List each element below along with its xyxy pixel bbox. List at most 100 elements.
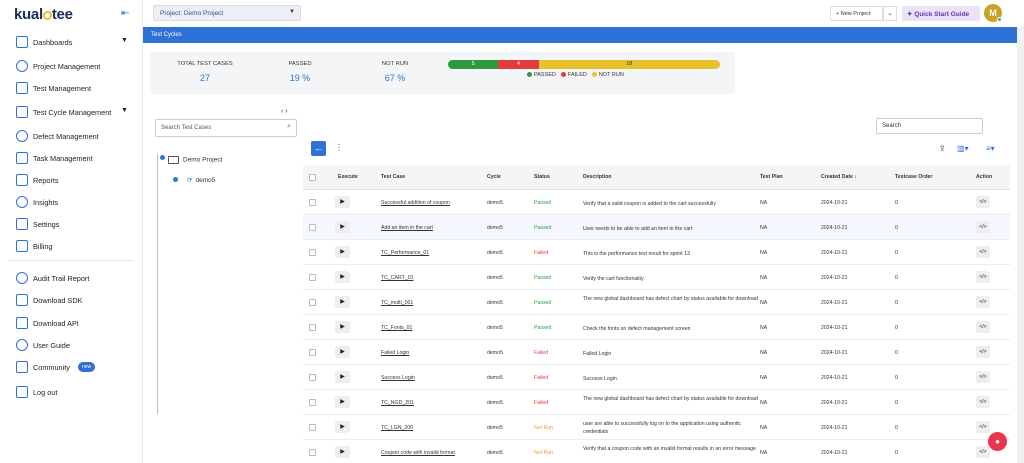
row-checkbox[interactable] bbox=[309, 349, 316, 356]
row-checkbox[interactable] bbox=[309, 224, 316, 231]
row-checkbox[interactable] bbox=[309, 399, 316, 406]
execute-play-icon[interactable]: ▶ bbox=[335, 246, 350, 258]
new-project-button[interactable]: + New Project bbox=[830, 6, 883, 21]
search-test-cases-input[interactable]: Search Test Cases ⌕ bbox=[155, 119, 297, 137]
sidebar-item-defect-management[interactable]: Defect Management bbox=[0, 126, 143, 146]
code-action-icon[interactable]: </> bbox=[976, 371, 990, 383]
sidebar-item-audit-trail-report[interactable]: Audit Trail Report bbox=[0, 268, 143, 288]
code-action-icon[interactable]: </> bbox=[976, 446, 990, 458]
sidebar-item-download-api[interactable]: Download API bbox=[0, 313, 143, 333]
table-row[interactable]: ▶ Failed Login demo5 Failed Failed Login NA 20… bbox=[303, 340, 1010, 365]
code-action-icon[interactable]: </> bbox=[976, 271, 990, 283]
more-options-icon[interactable]: ⋮ bbox=[335, 143, 343, 152]
select-all-checkbox[interactable] bbox=[309, 174, 316, 181]
execute-play-icon[interactable]: ▶ bbox=[335, 346, 350, 358]
tree-child-expander[interactable] bbox=[173, 177, 178, 182]
sidebar-item-billing[interactable]: Billing bbox=[0, 236, 143, 256]
test-case-link[interactable]: Success Login bbox=[381, 375, 415, 381]
collapse-sidebar-icon[interactable]: ⇤ bbox=[121, 8, 129, 19]
code-action-icon[interactable]: </> bbox=[976, 396, 990, 408]
table-search-input[interactable]: Search bbox=[876, 118, 983, 134]
col-created-date[interactable]: Created Date ↓ bbox=[821, 174, 857, 180]
table-row[interactable]: ▶ TC_CART_01 demo5 Passed Verify the cart fu… bbox=[303, 265, 1010, 290]
sidebar-item-reports[interactable]: Reports bbox=[0, 170, 143, 190]
table-row[interactable]: ▶ Coupon code with invalid format demo5 Not… bbox=[303, 440, 1010, 463]
code-action-icon[interactable]: </> bbox=[976, 296, 990, 308]
search-icon[interactable]: ⌕ bbox=[287, 123, 291, 131]
row-checkbox[interactable] bbox=[309, 299, 316, 306]
col-testcase-order[interactable]: Testcase Order bbox=[895, 174, 932, 180]
col-description[interactable]: Description bbox=[583, 174, 612, 180]
tree-node-child[interactable]: ⟳ demo5 bbox=[187, 176, 215, 184]
col-test-plan[interactable]: Test Plan bbox=[760, 174, 783, 180]
sidebar-item-settings[interactable]: Settings bbox=[0, 214, 143, 234]
execute-play-icon[interactable]: ▶ bbox=[335, 396, 350, 408]
table-row[interactable]: ▶ Successful addition of coupon demo5 Passe… bbox=[303, 190, 1010, 215]
code-action-icon[interactable]: </> bbox=[976, 246, 990, 258]
export-icon[interactable]: ⇪ bbox=[939, 144, 946, 153]
test-case-link[interactable]: TC_multi_001 bbox=[381, 300, 413, 306]
new-project-dropdown-icon[interactable]: ⌄ bbox=[883, 6, 897, 21]
col-test-case[interactable]: Test Case bbox=[381, 174, 405, 180]
code-action-icon[interactable]: </> bbox=[976, 221, 990, 233]
sidebar-item-test-management[interactable]: Test Management bbox=[0, 78, 143, 98]
col-cycle[interactable]: Cycle bbox=[487, 174, 501, 180]
sidebar-item-insights[interactable]: Insights bbox=[0, 192, 143, 212]
code-action-icon[interactable]: </> bbox=[976, 321, 990, 333]
table-row[interactable]: ▶ TC_Performance_01 demo5 Failed This is the… bbox=[303, 240, 1010, 265]
columns-icon[interactable]: ▥▾ bbox=[957, 144, 969, 153]
test-case-link[interactable]: TC_NGD_201 bbox=[381, 400, 414, 406]
back-arrow-button[interactable]: ← bbox=[311, 141, 326, 156]
test-case-link[interactable]: Failed Login bbox=[381, 350, 409, 356]
sidebar-item-community[interactable]: Community new bbox=[0, 357, 143, 377]
execute-play-icon[interactable]: ▶ bbox=[335, 371, 350, 383]
tree-pager[interactable]: ‹ › bbox=[281, 108, 288, 115]
sidebar-item-test-cycle-management[interactable]: Test Cycle Management ▼ bbox=[0, 102, 143, 122]
table-row[interactable]: ▶ TC_NGD_201 demo5 Failed The new global das… bbox=[303, 390, 1010, 415]
code-action-icon[interactable]: </> bbox=[976, 421, 990, 433]
col-action[interactable]: Action bbox=[976, 174, 992, 180]
row-checkbox[interactable] bbox=[309, 274, 316, 281]
test-case-link[interactable]: Add an item in the cart bbox=[381, 225, 433, 231]
col-status[interactable]: Status bbox=[534, 174, 550, 180]
tree-expander[interactable] bbox=[160, 155, 165, 160]
table-row[interactable]: ▶ Add an item in the cart demo5 Passed User … bbox=[303, 215, 1010, 240]
row-checkbox[interactable] bbox=[309, 374, 316, 381]
quick-start-guide-button[interactable]: ✦ Quick Start Guide bbox=[902, 6, 980, 21]
test-case-link[interactable]: TC_Performance_01 bbox=[381, 250, 429, 256]
execute-play-icon[interactable]: ▶ bbox=[335, 321, 350, 333]
code-action-icon[interactable]: </> bbox=[976, 196, 990, 208]
execute-play-icon[interactable]: ▶ bbox=[335, 271, 350, 283]
test-case-link[interactable]: TC_CART_01 bbox=[381, 275, 413, 281]
test-case-link[interactable]: TC_LGN_200 bbox=[381, 425, 413, 431]
code-action-icon[interactable]: </> bbox=[976, 346, 990, 358]
row-checkbox[interactable] bbox=[309, 449, 316, 456]
avatar[interactable]: M bbox=[984, 4, 1002, 22]
execute-play-icon[interactable]: ▶ bbox=[335, 221, 350, 233]
tree-node-root[interactable]: Demo Project bbox=[168, 156, 222, 164]
kualitee-logo[interactable]: kual tee bbox=[14, 6, 73, 23]
row-checkbox[interactable] bbox=[309, 324, 316, 331]
sidebar-item-dashboards[interactable]: Dashboards ▼ bbox=[0, 32, 143, 52]
execute-play-icon[interactable]: ▶ bbox=[335, 421, 350, 433]
sidebar-item-user-guide[interactable]: User Guide bbox=[0, 335, 143, 355]
sidebar-item-download-sdk[interactable]: Download SDK bbox=[0, 290, 143, 310]
execute-play-icon[interactable]: ▶ bbox=[335, 196, 350, 208]
table-row[interactable]: ▶ TC_multi_001 demo5 Passed The new global d… bbox=[303, 290, 1010, 315]
sidebar-item-project-management[interactable]: Project Management bbox=[0, 56, 143, 76]
row-checkbox[interactable] bbox=[309, 424, 316, 431]
row-checkbox[interactable] bbox=[309, 249, 316, 256]
chat-icon[interactable]: ● bbox=[988, 432, 1007, 451]
test-case-link[interactable]: TC_Fonts_01 bbox=[381, 325, 412, 331]
execute-play-icon[interactable]: ▶ bbox=[335, 296, 350, 308]
project-selector[interactable]: Project: Demo Project ▼ bbox=[153, 5, 301, 21]
filter-icon[interactable]: ≡▾ bbox=[986, 144, 995, 153]
sidebar-item-task-management[interactable]: Task Management bbox=[0, 148, 143, 168]
execute-play-icon[interactable]: ▶ bbox=[335, 446, 350, 458]
col-execute[interactable]: Execute bbox=[338, 174, 358, 180]
table-row[interactable]: ▶ TC_LGN_200 demo5 Not Run user are able to … bbox=[303, 415, 1010, 440]
table-row[interactable]: ▶ Success Login demo5 Failed Success Login NA… bbox=[303, 365, 1010, 390]
test-case-link[interactable]: Coupon code with invalid format bbox=[381, 450, 455, 456]
test-case-link[interactable]: Successful addition of coupon bbox=[381, 200, 450, 206]
scrollbar[interactable] bbox=[1017, 27, 1024, 463]
